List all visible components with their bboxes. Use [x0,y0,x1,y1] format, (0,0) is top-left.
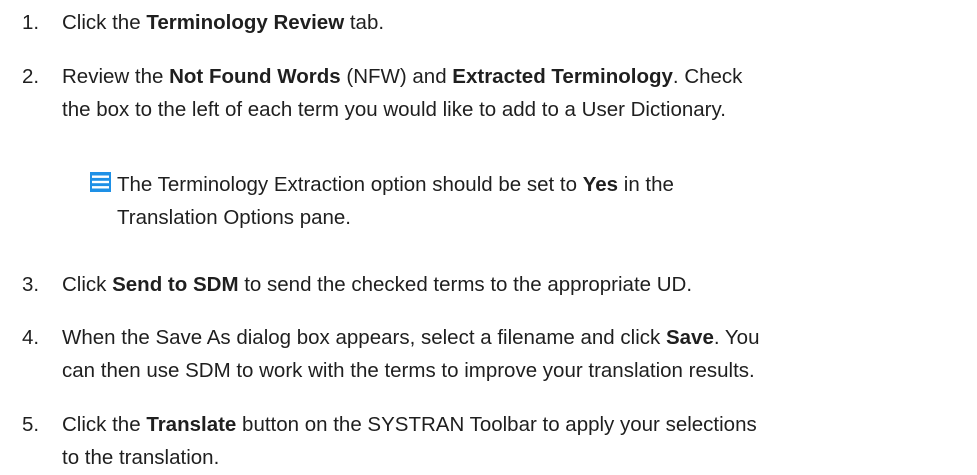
ui-term: Send to SDM [112,273,239,296]
note-text: The Terminology Extraction option should… [117,173,674,229]
step-number: 1. [22,11,40,34]
step-number: 5. [22,413,40,436]
ui-term: Extracted Terminology [452,65,673,88]
note-icon [90,172,111,192]
ui-term: Translate [146,413,237,436]
step-text: Click the Translate button on the SYSTRA… [62,413,757,469]
ui-term: Save [665,326,714,349]
step-number: 3. [22,273,40,296]
step-text: Click the Terminology Review tab. [62,11,385,34]
step-text: Review the Not Found Words (NFW) and Ext… [62,65,743,121]
step-text: Click Send to SDM to send the checked te… [62,273,693,296]
ui-term: Not Found Words [169,65,341,88]
ui-term: Terminology Review [146,11,345,34]
help-page: 1. Click the Terminology Review tab. 2. … [0,0,977,475]
step-number: 2. [22,65,40,88]
step-text: When the Save As dialog box appears, sel… [62,326,760,382]
step-number: 4. [22,326,40,349]
